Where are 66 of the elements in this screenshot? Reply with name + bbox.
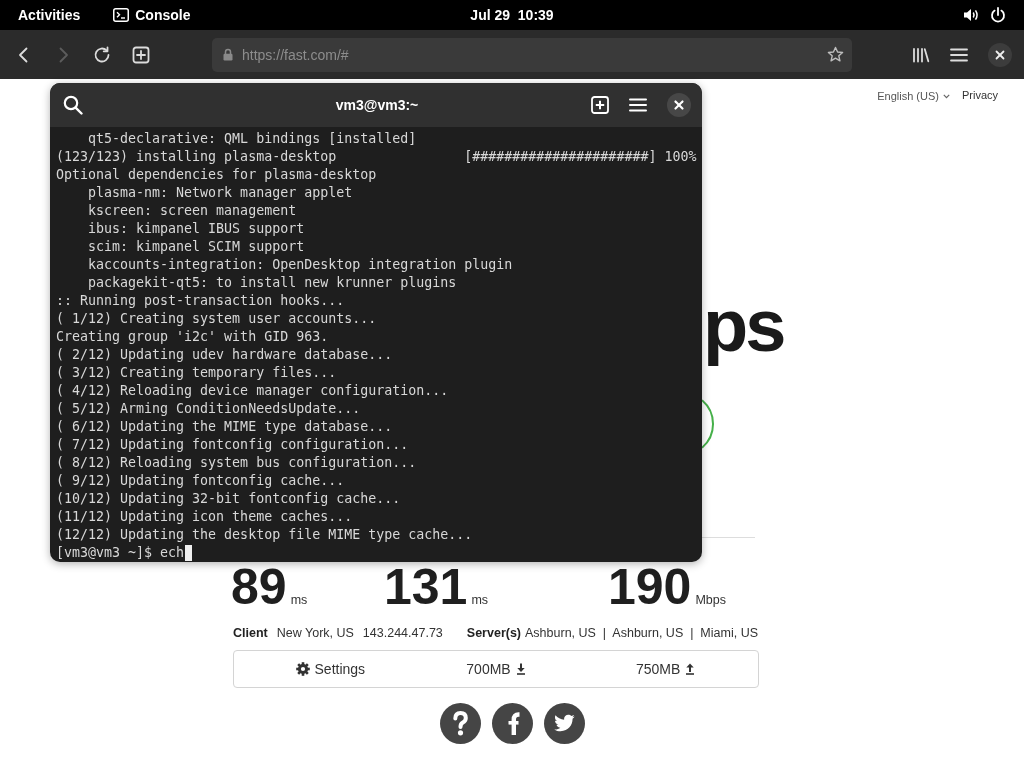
star-icon[interactable] (827, 46, 844, 63)
terminal-line: (123/123) installing plasma-desktop [######################] 100% (56, 148, 697, 166)
terminal-line: ibus: kimpanel IBUS support (87, 220, 305, 238)
search-icon[interactable] (63, 95, 83, 115)
lock-icon (223, 48, 233, 61)
gear-icon (295, 662, 310, 676)
terminal-line: ( 4/12) Reloading device manager configuration... (56, 382, 449, 400)
terminal-line: (11/12) Updating icon theme caches... (56, 508, 353, 526)
terminal-line: Optional dependencies for plasma-desktop (56, 166, 377, 184)
upload-size: 750MB (636, 661, 681, 677)
library-icon[interactable] (912, 46, 930, 63)
stat-unit: Mbps (695, 593, 726, 607)
stat-unit: ms (290, 593, 308, 607)
terminal-line: ( 6/12) Updating the MIME type database... (56, 418, 393, 436)
terminal-line: (10/12) Updating 32-bit fontconfig cache... (56, 490, 401, 508)
reload-icon[interactable] (93, 45, 111, 64)
clock-button[interactable]: Jul 29 10:39 (470, 6, 554, 24)
power-icon[interactable] (990, 7, 1006, 23)
terminal-prompt: [vm3@vm3 ~]$ ech (56, 544, 185, 562)
terminal-line: kaccounts-integration: OpenDesktop integration plugin (87, 256, 513, 274)
stat-unit: ms (471, 593, 489, 607)
language-select[interactable]: English (US) (877, 89, 950, 103)
terminal-line: ( 1/12) Creating system user accounts... (56, 310, 377, 328)
upload-icon (685, 663, 696, 675)
cursor-icon (185, 545, 193, 561)
client-label: Client (233, 625, 268, 641)
download-size: 700MB (466, 661, 511, 677)
terminal-line: qt5-declarative: QML bindings [installed] (87, 130, 417, 148)
stat-value: 131 (384, 562, 468, 612)
terminal-line: plasma-nm: Network manager applet (87, 184, 353, 202)
terminal-line: kscreen: screen management (87, 202, 297, 220)
ring-arc-icon (702, 398, 715, 450)
terminal-line: ( 7/12) Updating fontconfig configuration... (56, 436, 409, 454)
facebook-icon[interactable] (491, 703, 533, 744)
menu-icon[interactable] (950, 47, 968, 62)
terminal-icon (113, 8, 130, 22)
terminal-line: :: Running post-transaction hooks... (56, 292, 345, 310)
close-icon[interactable] (988, 42, 1012, 67)
app-menu-button[interactable]: Console (113, 6, 191, 24)
stat-value: 190 (608, 562, 692, 612)
terminal-line: ( 8/12) Reloading system bus configuration... (56, 454, 417, 472)
terminal-title: vm3@vm3:~ (335, 97, 419, 113)
volume-icon[interactable] (963, 8, 979, 22)
client-location: New York, US (276, 625, 354, 641)
terminal-line: ( 2/12) Updating udev hardware database... (56, 346, 393, 364)
client-ip: 143.244.47.73 (362, 625, 443, 641)
terminal-line: ( 5/12) Arming ConditionNeedsUpdate... (56, 400, 361, 418)
stat-value: 89 (231, 562, 287, 612)
terminal-line: (12/12) Updating the desktop file MIME type cache... (56, 526, 473, 544)
settings-button[interactable]: Settings (295, 661, 366, 677)
close-icon[interactable] (667, 93, 691, 117)
terminal-line: scim: kimpanel SCIM support (87, 238, 305, 256)
terminal-line: ( 3/12) Creating temporary files... (56, 364, 337, 382)
new-tab-icon[interactable] (132, 45, 150, 64)
help-icon[interactable] (439, 703, 481, 744)
bird-icon[interactable] (543, 703, 585, 744)
privacy-link[interactable]: Privacy (961, 88, 998, 102)
download-icon (515, 663, 526, 675)
terminal-line: ( 9/12) Updating fontconfig cache... (56, 472, 345, 490)
chevron-icon (942, 93, 950, 99)
terminal-line: Creating group 'i2c' with GID 963. (56, 328, 329, 346)
server-locations: Ashburn, US | Ashburn, US | Miami, US (525, 625, 758, 641)
activities-button[interactable]: Activities (18, 6, 81, 24)
terminal-line: packagekit-qt5: to install new krunner plugins (87, 274, 457, 292)
server-label: Server(s) (466, 625, 522, 641)
menu-icon[interactable] (629, 98, 647, 112)
